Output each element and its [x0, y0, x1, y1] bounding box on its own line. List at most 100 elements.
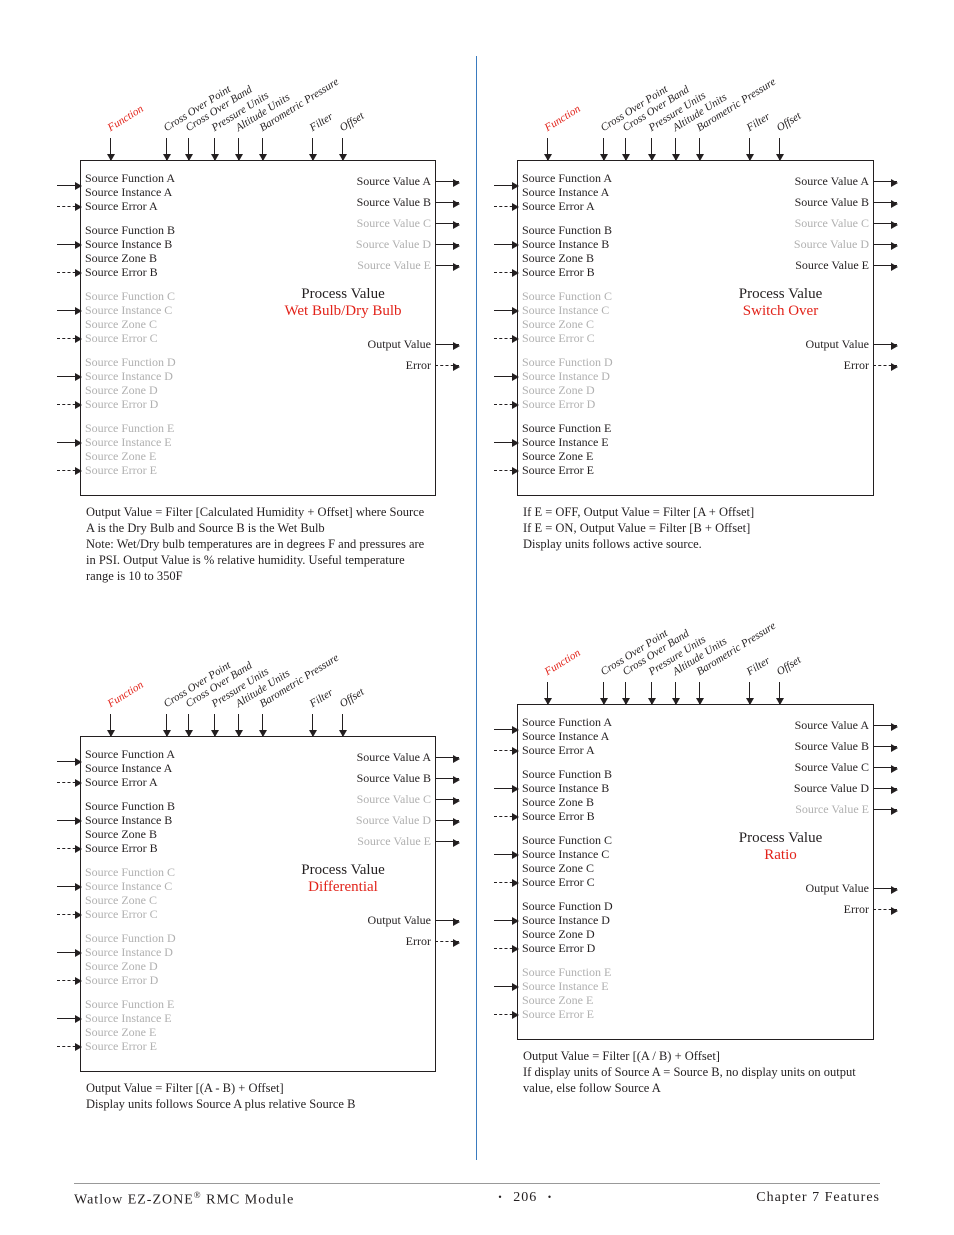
source-instance-C: Source Instance C	[85, 303, 175, 317]
arrow-in-dashed-icon	[494, 1014, 518, 1015]
param-arrow-barometric_pressure	[699, 682, 700, 704]
source-instance-B: Source Instance B	[522, 781, 612, 795]
arrow-in-dashed-icon	[57, 404, 81, 405]
source-function-A: Source Function A	[85, 747, 175, 761]
arrow-in-icon	[494, 729, 518, 730]
arrow-in-icon	[494, 442, 518, 443]
source-error-B: Source Error B	[85, 265, 158, 279]
param-label-offset: Offset	[338, 110, 367, 134]
source-error-A: Source Error A	[85, 199, 158, 213]
block-caption: If E = OFF, Output Value = Filter [A + O…	[523, 504, 868, 552]
source-error-D: Source Error D	[522, 941, 595, 955]
source-group-C: Source Function CSource Instance CSource…	[528, 833, 688, 889]
source-function-C: Source Function C	[522, 289, 612, 303]
arrow-in-dashed-icon	[494, 338, 518, 339]
arrow-out-icon	[435, 757, 459, 758]
source-zone-E: Source Zone E	[522, 993, 611, 1007]
source-value-B: Source Value B	[261, 768, 459, 789]
source-function-E: Source Function E	[85, 997, 174, 1011]
arrow-out-icon	[435, 920, 459, 921]
arrow-in-icon	[494, 788, 518, 789]
source-group-C: Source Function CSource Instance CSource…	[528, 289, 688, 345]
arrow-out-icon	[435, 344, 459, 345]
source-group-E: Source Function ESource Instance ESource…	[528, 421, 688, 477]
arrow-out-dashed-icon	[435, 941, 459, 942]
source-instance-A: Source Instance A	[85, 761, 175, 775]
block-title-line1: Process Value	[261, 286, 425, 303]
process-block-ratio: Source Function ASource Instance ASource…	[517, 704, 874, 1040]
arrow-in-dashed-icon	[494, 750, 518, 751]
source-error-E: Source Error E	[522, 1007, 594, 1021]
block-title-line1: Process Value	[261, 862, 425, 879]
param-arrow-altitude_units	[675, 682, 676, 704]
source-instance-E: Source Instance E	[85, 1011, 174, 1025]
arrow-out-icon	[873, 788, 897, 789]
parameter-arrows: FunctionCross Over PointCross Over BandP…	[517, 600, 874, 704]
arrow-out-icon	[435, 841, 459, 842]
source-group-B: Source Function BSource Instance BSource…	[528, 223, 688, 279]
arrow-in-dashed-icon	[57, 848, 81, 849]
footer-page-number: • 206 •	[294, 1190, 756, 1209]
source-zone-D: Source Zone D	[522, 383, 613, 397]
arrow-out-icon	[873, 244, 897, 245]
param-label-function: Function	[543, 647, 583, 678]
source-value-C: Source Value C	[261, 213, 459, 234]
arrow-out-icon	[873, 202, 897, 203]
arrow-out-icon	[873, 265, 897, 266]
source-zone-B: Source Zone B	[522, 251, 612, 265]
param-arrow-altitude_units	[675, 138, 676, 160]
param-label-function: Function	[106, 679, 146, 710]
source-zone-C: Source Zone C	[522, 861, 612, 875]
param-label-offset: Offset	[338, 686, 367, 710]
source-group-A: Source Function ASource Instance ASource…	[528, 715, 688, 757]
source-zone-D: Source Zone D	[522, 927, 613, 941]
arrow-in-icon	[57, 761, 81, 762]
source-zone-E: Source Zone E	[85, 449, 174, 463]
param-label-filter: Filter	[308, 687, 336, 710]
source-function-C: Source Function C	[85, 289, 175, 303]
source-value-D: Source Value D	[698, 234, 897, 255]
arrow-out-icon	[435, 799, 459, 800]
source-function-C: Source Function C	[522, 833, 612, 847]
output-error: Error	[368, 355, 459, 376]
source-value-E: Source Value E	[261, 255, 459, 276]
source-value-B: Source Value B	[698, 192, 897, 213]
param-arrow-cross_over_band	[188, 714, 189, 736]
param-label-filter: Filter	[745, 655, 773, 678]
param-arrow-filter	[749, 138, 750, 160]
param-arrow-pressure_units	[214, 138, 215, 160]
source-instance-C: Source Instance C	[522, 303, 612, 317]
arrow-in-icon	[57, 1018, 81, 1019]
arrow-in-dashed-icon	[494, 948, 518, 949]
param-arrow-offset	[779, 138, 780, 160]
source-error-B: Source Error B	[522, 265, 595, 279]
block-caption: Output Value = Filter [(A - B) + Offset]…	[86, 1080, 430, 1112]
source-instance-B: Source Instance B	[85, 813, 175, 827]
param-arrow-cross_over_band	[625, 682, 626, 704]
source-zone-D: Source Zone D	[85, 383, 176, 397]
source-instance-A: Source Instance A	[85, 185, 175, 199]
param-arrow-function	[110, 714, 111, 736]
block-caption: Output Value = Filter [Calculated Humidi…	[86, 504, 430, 584]
source-function-A: Source Function A	[85, 171, 175, 185]
arrow-in-dashed-icon	[494, 882, 518, 883]
arrow-out-icon	[435, 820, 459, 821]
source-instance-A: Source Instance A	[522, 185, 612, 199]
source-instance-D: Source Instance D	[85, 369, 176, 383]
arrow-in-dashed-icon	[494, 404, 518, 405]
param-arrow-offset	[779, 682, 780, 704]
arrow-in-dashed-icon	[57, 272, 81, 273]
source-instance-E: Source Instance E	[522, 979, 611, 993]
source-value-E: Source Value E	[698, 799, 897, 820]
source-value-D: Source Value D	[261, 234, 459, 255]
source-group-D: Source Function DSource Instance DSource…	[91, 355, 251, 411]
source-value-D: Source Value D	[261, 810, 459, 831]
source-function-E: Source Function E	[522, 421, 611, 435]
source-group-D: Source Function DSource Instance DSource…	[91, 931, 251, 987]
param-arrow-offset	[342, 138, 343, 160]
source-group-C: Source Function CSource Instance CSource…	[91, 289, 251, 345]
arrow-in-icon	[57, 886, 81, 887]
arrow-in-icon	[57, 310, 81, 311]
source-function-A: Source Function A	[522, 171, 612, 185]
block-title-line2: Ratio	[698, 847, 863, 864]
